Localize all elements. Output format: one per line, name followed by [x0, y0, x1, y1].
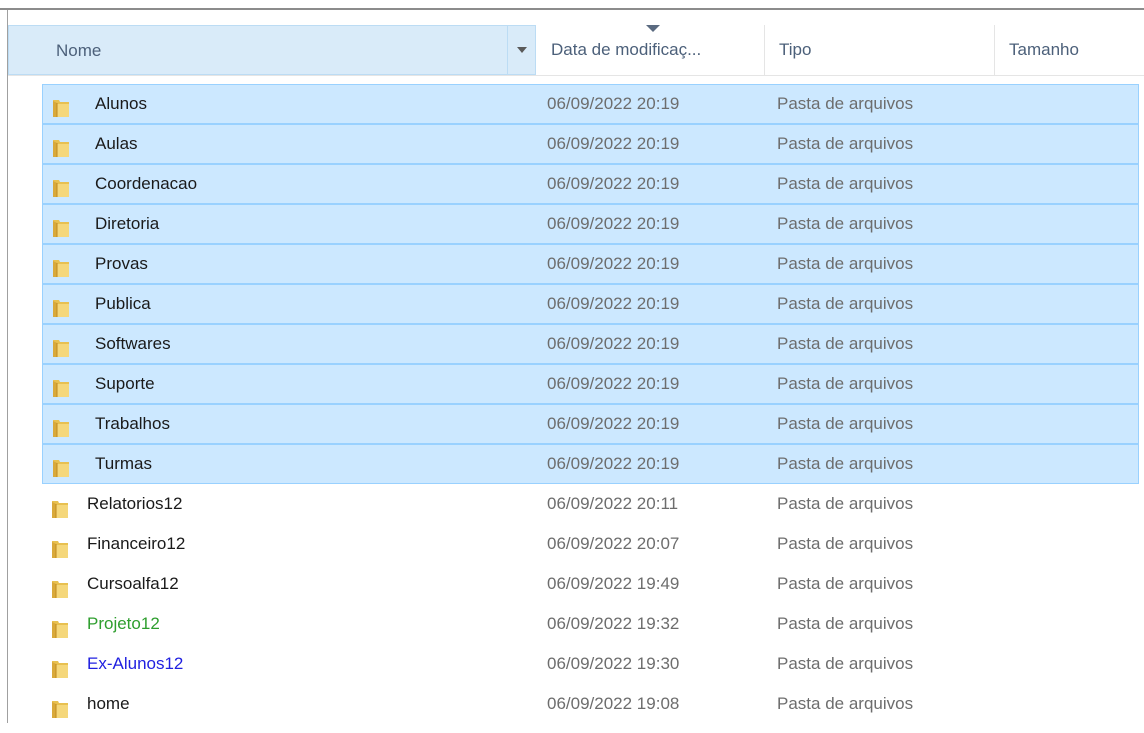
file-name: Turmas [95, 454, 152, 473]
file-name: Coordenacao [95, 174, 198, 193]
file-row[interactable]: Suporte 06/09/2022 20:19 Pasta de arquiv… [42, 364, 1139, 404]
file-modified-date: 06/09/2022 20:19 [547, 414, 680, 433]
folder-icon [51, 694, 69, 718]
file-row[interactable]: Publica 06/09/2022 20:19 Pasta de arquiv… [42, 284, 1139, 324]
file-row[interactable]: Relatorios12 06/09/2022 20:11 Pasta de a… [8, 484, 1144, 524]
file-type: Pasta de arquivos [777, 254, 914, 273]
file-type: Pasta de arquivos [777, 334, 914, 353]
file-name: Diretoria [95, 214, 160, 233]
file-name: Projeto12 [87, 614, 160, 633]
file-modified-date: 06/09/2022 19:30 [547, 654, 680, 673]
file-name: Aulas [95, 134, 138, 153]
file-row[interactable]: Provas 06/09/2022 20:19 Pasta de arquivo… [42, 244, 1139, 284]
file-name: Relatorios12 [87, 494, 183, 513]
file-modified-date: 06/09/2022 20:19 [547, 294, 680, 313]
file-list: Alunos 06/09/2022 20:19 Pasta de arquivo… [8, 84, 1144, 724]
filter-dropdown-icon[interactable] [507, 26, 537, 74]
file-type: Pasta de arquivos [777, 174, 914, 193]
folder-icon [51, 534, 69, 558]
file-modified-date: 06/09/2022 19:08 [547, 694, 680, 713]
file-row[interactable]: Diretoria 06/09/2022 20:19 Pasta de arqu… [42, 204, 1139, 244]
file-row[interactable]: Alunos 06/09/2022 20:19 Pasta de arquivo… [42, 84, 1139, 124]
file-row[interactable]: Softwares 06/09/2022 20:19 Pasta de arqu… [42, 324, 1139, 364]
file-type: Pasta de arquivos [777, 414, 914, 433]
file-name: Provas [95, 254, 148, 273]
file-row[interactable]: Ex-Alunos12 06/09/2022 19:30 Pasta de ar… [8, 644, 1144, 684]
file-name: Cursoalfa12 [87, 574, 179, 593]
file-modified-date: 06/09/2022 20:11 [547, 494, 679, 513]
column-header-date-label: Data de modificaç... [551, 40, 702, 59]
column-header-date[interactable]: Data de modificaç... [536, 25, 765, 75]
file-modified-date: 06/09/2022 20:19 [547, 454, 680, 473]
folder-icon [52, 214, 70, 237]
file-row[interactable]: Turmas 06/09/2022 20:19 Pasta de arquivo… [42, 444, 1139, 484]
folder-icon [52, 334, 70, 357]
folder-icon [52, 94, 70, 117]
file-name: Financeiro12 [87, 534, 186, 553]
file-type: Pasta de arquivos [777, 694, 914, 713]
column-header-type-label: Tipo [779, 40, 812, 59]
column-header-name-label: Nome [56, 41, 102, 60]
file-modified-date: 06/09/2022 20:19 [547, 174, 680, 193]
folder-icon [52, 134, 70, 157]
file-name: Ex-Alunos12 [87, 654, 184, 673]
file-modified-date: 06/09/2022 19:32 [547, 614, 680, 633]
file-name: Publica [95, 294, 151, 313]
file-type: Pasta de arquivos [777, 534, 914, 553]
file-row[interactable]: Trabalhos 06/09/2022 20:19 Pasta de arqu… [42, 404, 1139, 444]
file-modified-date: 06/09/2022 20:19 [547, 254, 680, 273]
file-type: Pasta de arquivos [777, 454, 914, 473]
file-name: Suporte [95, 374, 155, 393]
file-type: Pasta de arquivos [777, 94, 914, 113]
file-name: Trabalhos [95, 414, 170, 433]
folder-icon [52, 374, 70, 397]
file-modified-date: 06/09/2022 20:07 [547, 534, 680, 553]
file-modified-date: 06/09/2022 20:19 [547, 334, 680, 353]
file-name: Alunos [95, 94, 147, 113]
file-row[interactable]: Cursoalfa12 06/09/2022 19:49 Pasta de ar… [8, 564, 1144, 604]
file-row[interactable]: Coordenacao 06/09/2022 20:19 Pasta de ar… [42, 164, 1139, 204]
folder-icon [52, 174, 70, 197]
folder-icon [51, 614, 69, 638]
folder-icon [52, 294, 70, 317]
folder-icon [52, 414, 70, 437]
file-type: Pasta de arquivos [777, 574, 914, 593]
file-modified-date: 06/09/2022 20:19 [547, 94, 680, 113]
file-type: Pasta de arquivos [777, 374, 914, 393]
file-type: Pasta de arquivos [777, 214, 914, 233]
window-top-border [0, 8, 1144, 10]
file-explorer: Nome Data de modificaç... Tipo Tamanho A… [0, 0, 1144, 733]
file-row[interactable]: Aulas 06/09/2022 20:19 Pasta de arquivos [42, 124, 1139, 164]
file-name: Softwares [95, 334, 171, 353]
file-modified-date: 06/09/2022 20:19 [547, 134, 680, 153]
folder-icon [51, 494, 69, 518]
column-header: Nome Data de modificaç... Tipo Tamanho [8, 25, 1144, 76]
file-modified-date: 06/09/2022 20:19 [547, 374, 680, 393]
file-type: Pasta de arquivos [777, 494, 914, 513]
file-type: Pasta de arquivos [777, 134, 914, 153]
file-type: Pasta de arquivos [777, 294, 914, 313]
file-modified-date: 06/09/2022 19:49 [547, 574, 680, 593]
folder-icon [52, 454, 70, 477]
column-header-size[interactable]: Tamanho [995, 25, 1144, 75]
file-modified-date: 06/09/2022 20:19 [547, 214, 680, 233]
column-header-type[interactable]: Tipo [765, 25, 995, 75]
file-type: Pasta de arquivos [777, 614, 914, 633]
folder-icon [52, 254, 70, 277]
column-header-size-label: Tamanho [1009, 40, 1079, 59]
file-row[interactable]: Financeiro12 06/09/2022 20:07 Pasta de a… [8, 524, 1144, 564]
file-row[interactable]: home 06/09/2022 19:08 Pasta de arquivos [8, 684, 1144, 724]
file-name: home [87, 694, 130, 713]
folder-icon [51, 574, 69, 598]
file-row[interactable]: Projeto12 06/09/2022 19:32 Pasta de arqu… [8, 604, 1144, 644]
column-header-name[interactable]: Nome [8, 25, 536, 75]
file-type: Pasta de arquivos [777, 654, 914, 673]
folder-icon [51, 654, 69, 678]
